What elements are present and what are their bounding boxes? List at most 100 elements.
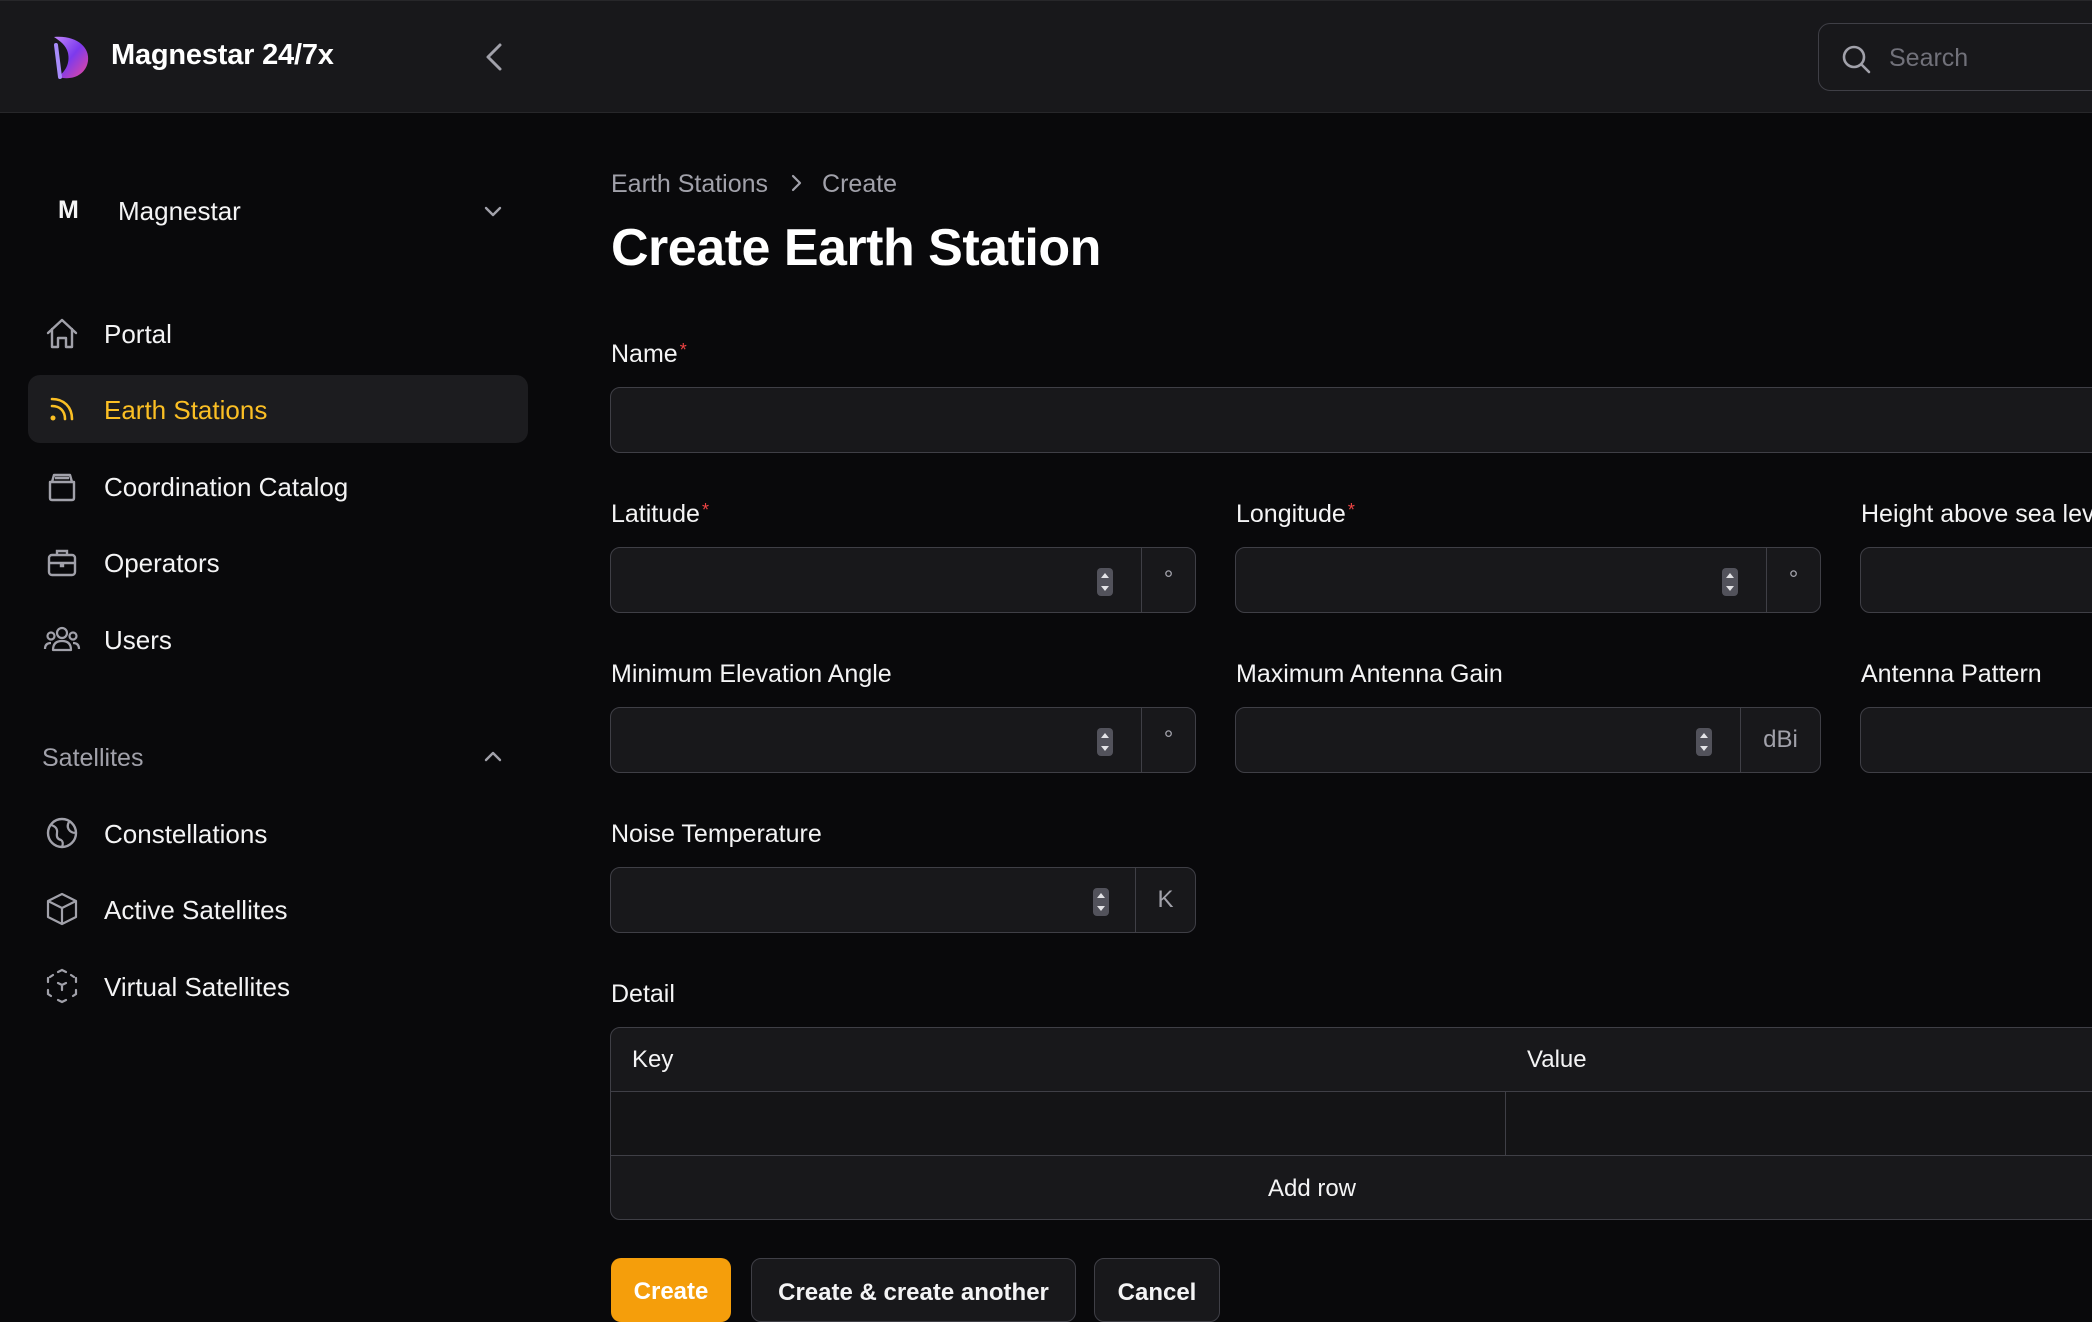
key-input[interactable]	[611, 1092, 1505, 1155]
longitude-label-text: Longitude	[1236, 500, 1346, 528]
app-title: Magnestar 24/7x	[111, 39, 334, 71]
noise-temp-stepper[interactable]	[1093, 888, 1109, 916]
breadcrumb: Earth Stations Create	[611, 170, 897, 200]
home-icon	[46, 318, 78, 349]
value-column-header: Value	[1527, 1046, 1587, 1073]
min-elevation-input[interactable]	[611, 708, 1141, 772]
dbi-suffix: dBi	[1740, 708, 1820, 772]
name-field-label: Name *	[611, 340, 687, 369]
archive-box-icon	[48, 473, 76, 502]
cancel-button[interactable]: Cancel	[1094, 1258, 1220, 1322]
table-row	[611, 1092, 2092, 1156]
min-elevation-stepper[interactable]	[1097, 728, 1113, 756]
max-gain-stepper[interactable]	[1696, 728, 1712, 756]
sidebar-item-label: Portal	[104, 319, 172, 349]
latitude-input[interactable]	[611, 548, 1141, 612]
sidebar-item-constellations[interactable]: Constellations	[28, 799, 528, 867]
name-input[interactable]	[611, 388, 2092, 452]
name-field[interactable]	[610, 387, 2092, 453]
height-input[interactable]	[1861, 548, 2092, 612]
required-mark: *	[679, 340, 687, 360]
breadcrumb-link-earth-stations[interactable]: Earth Stations	[611, 170, 768, 198]
tenant-avatar: M	[58, 196, 79, 224]
sidebar-item-label: Constellations	[104, 819, 268, 849]
search-icon	[1842, 45, 1871, 74]
chevron-right-icon	[790, 171, 804, 200]
degree-suffix: °	[1141, 708, 1195, 772]
required-mark: *	[1347, 500, 1355, 520]
latitude-field[interactable]: °	[610, 547, 1196, 613]
cube-transparent-icon	[46, 968, 78, 1004]
cube-icon	[46, 892, 78, 926]
chevron-up-icon	[484, 751, 502, 762]
breadcrumb-current: Create	[822, 170, 898, 198]
app-logo-icon	[46, 31, 94, 83]
sidebar-item-virtual-satellites[interactable]: Virtual Satellites	[28, 952, 528, 1020]
latitude-field-label: Latitude *	[611, 500, 709, 529]
antenna-pattern-field-label: Antenna Pattern	[1861, 660, 2042, 688]
sidebar-item-active-satellites[interactable]: Active Satellites	[28, 875, 528, 943]
noise-temp-field-label: Noise Temperature	[611, 820, 822, 848]
longitude-input[interactable]	[1236, 548, 1766, 612]
antenna-pattern-field[interactable]	[1860, 707, 2092, 773]
height-field-label: Height above sea level	[1861, 500, 2092, 528]
sidebar-item-label: Operators	[104, 548, 220, 578]
value-input[interactable]	[1506, 1092, 2092, 1155]
name-label-text: Name	[611, 340, 678, 368]
top-bar: Magnestar 24/7x	[0, 0, 2092, 113]
degree-suffix: °	[1766, 548, 1820, 612]
longitude-field[interactable]: °	[1235, 547, 1821, 613]
sidebar-item-label: Earth Stations	[104, 395, 268, 425]
page-title: Create Earth Station	[611, 219, 1101, 277]
sidebar-item-coordination-catalog[interactable]: Coordination Catalog	[28, 452, 528, 520]
key-column-header: Key	[632, 1046, 674, 1073]
create-button[interactable]: Create	[611, 1258, 731, 1322]
degree-suffix: °	[1141, 548, 1195, 612]
briefcase-icon	[47, 549, 77, 577]
sidebar-item-operators[interactable]: Operators	[28, 528, 528, 596]
chevron-left-icon	[486, 43, 502, 71]
sidebar-item-label: Active Satellites	[104, 895, 288, 925]
rss-icon	[50, 397, 74, 421]
key-cell[interactable]	[611, 1092, 1505, 1155]
latitude-label-text: Latitude	[611, 500, 700, 528]
globe-icon	[46, 817, 78, 849]
longitude-field-label: Longitude *	[1236, 500, 1355, 529]
sidebar-item-label: Users	[104, 625, 172, 655]
noise-temp-input[interactable]	[611, 868, 1137, 932]
sidebar-item-label: Virtual Satellites	[104, 972, 290, 1002]
search-input[interactable]	[1889, 42, 2092, 74]
sidebar-item-users[interactable]: Users	[28, 605, 528, 673]
noise-temp-field[interactable]: K	[610, 867, 1196, 933]
min-elevation-field[interactable]: °	[610, 707, 1196, 773]
sidebar-item-portal[interactable]: Portal	[28, 299, 528, 367]
add-row-button[interactable]: Add row	[611, 1157, 2092, 1219]
sidebar-item-earth-stations[interactable]: Earth Stations	[28, 375, 528, 443]
sidebar-item-label: Coordination Catalog	[104, 472, 349, 502]
chevron-down-icon	[484, 206, 502, 217]
tenant-name: Magnestar	[118, 196, 241, 226]
antenna-pattern-input[interactable]	[1861, 708, 2092, 772]
sidebar-group-satellites[interactable]: Satellites	[28, 726, 528, 786]
longitude-stepper[interactable]	[1722, 568, 1738, 596]
kelvin-suffix: K	[1135, 868, 1195, 932]
tenant-switcher[interactable]: M Magnestar	[28, 180, 528, 238]
max-gain-field[interactable]: dBi	[1235, 707, 1821, 773]
sidebar-group-label: Satellites	[42, 744, 144, 772]
detail-key-value-table: Key Value Add row	[610, 1027, 2092, 1220]
search-box[interactable]	[1818, 23, 2092, 91]
latitude-stepper[interactable]	[1097, 568, 1113, 596]
collapse-sidebar-button[interactable]	[476, 37, 512, 77]
detail-field-label: Detail	[611, 980, 675, 1008]
table-header: Key Value	[611, 1028, 2092, 1092]
height-field[interactable]	[1860, 547, 2092, 613]
max-gain-input[interactable]	[1236, 708, 1740, 772]
value-cell[interactable]	[1506, 1092, 2092, 1155]
required-mark: *	[701, 500, 709, 520]
user-group-icon	[43, 626, 81, 652]
column-divider	[1505, 1092, 1506, 1155]
min-elevation-field-label: Minimum Elevation Angle	[611, 660, 892, 688]
create-and-create-another-button[interactable]: Create & create another	[751, 1258, 1076, 1322]
max-gain-field-label: Maximum Antenna Gain	[1236, 660, 1503, 688]
add-row-label: Add row	[1267, 1175, 1357, 1202]
